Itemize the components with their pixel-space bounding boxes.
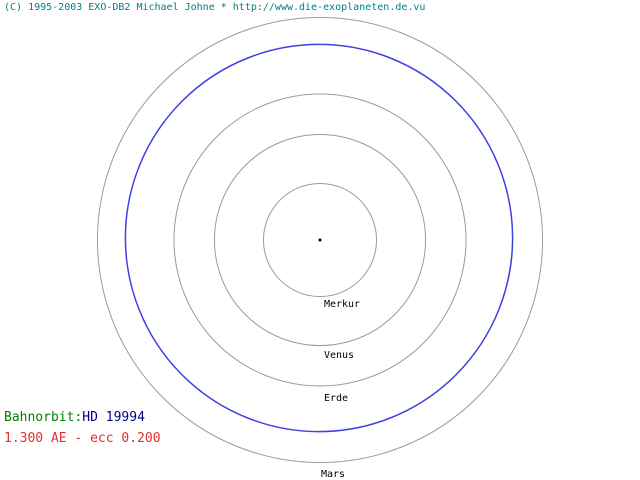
planet-name: HD 19994 <box>82 410 145 425</box>
label-merkur: Merkur <box>324 299 360 310</box>
label-mars: Mars <box>321 469 345 480</box>
orbit-labels: Merkur Venus Erde Mars <box>321 299 360 480</box>
orbit-diagram-canvas: (C) 1995-2003 EXO-DB2 Michael Johne * ht… <box>0 0 640 480</box>
orbit-diagram: Merkur Venus Erde Mars <box>96 16 544 480</box>
central-star <box>318 238 322 242</box>
orbit-title-line: Bahnorbit:HD 19994 <box>4 410 145 426</box>
orbit-hd-19994 <box>124 43 514 433</box>
orbit-label: Bahnorbit: <box>4 410 83 425</box>
orbit-parameters: 1.300 AE - ecc 0.200 <box>4 431 161 446</box>
label-venus: Venus <box>324 350 354 361</box>
label-erde: Erde <box>324 393 348 404</box>
